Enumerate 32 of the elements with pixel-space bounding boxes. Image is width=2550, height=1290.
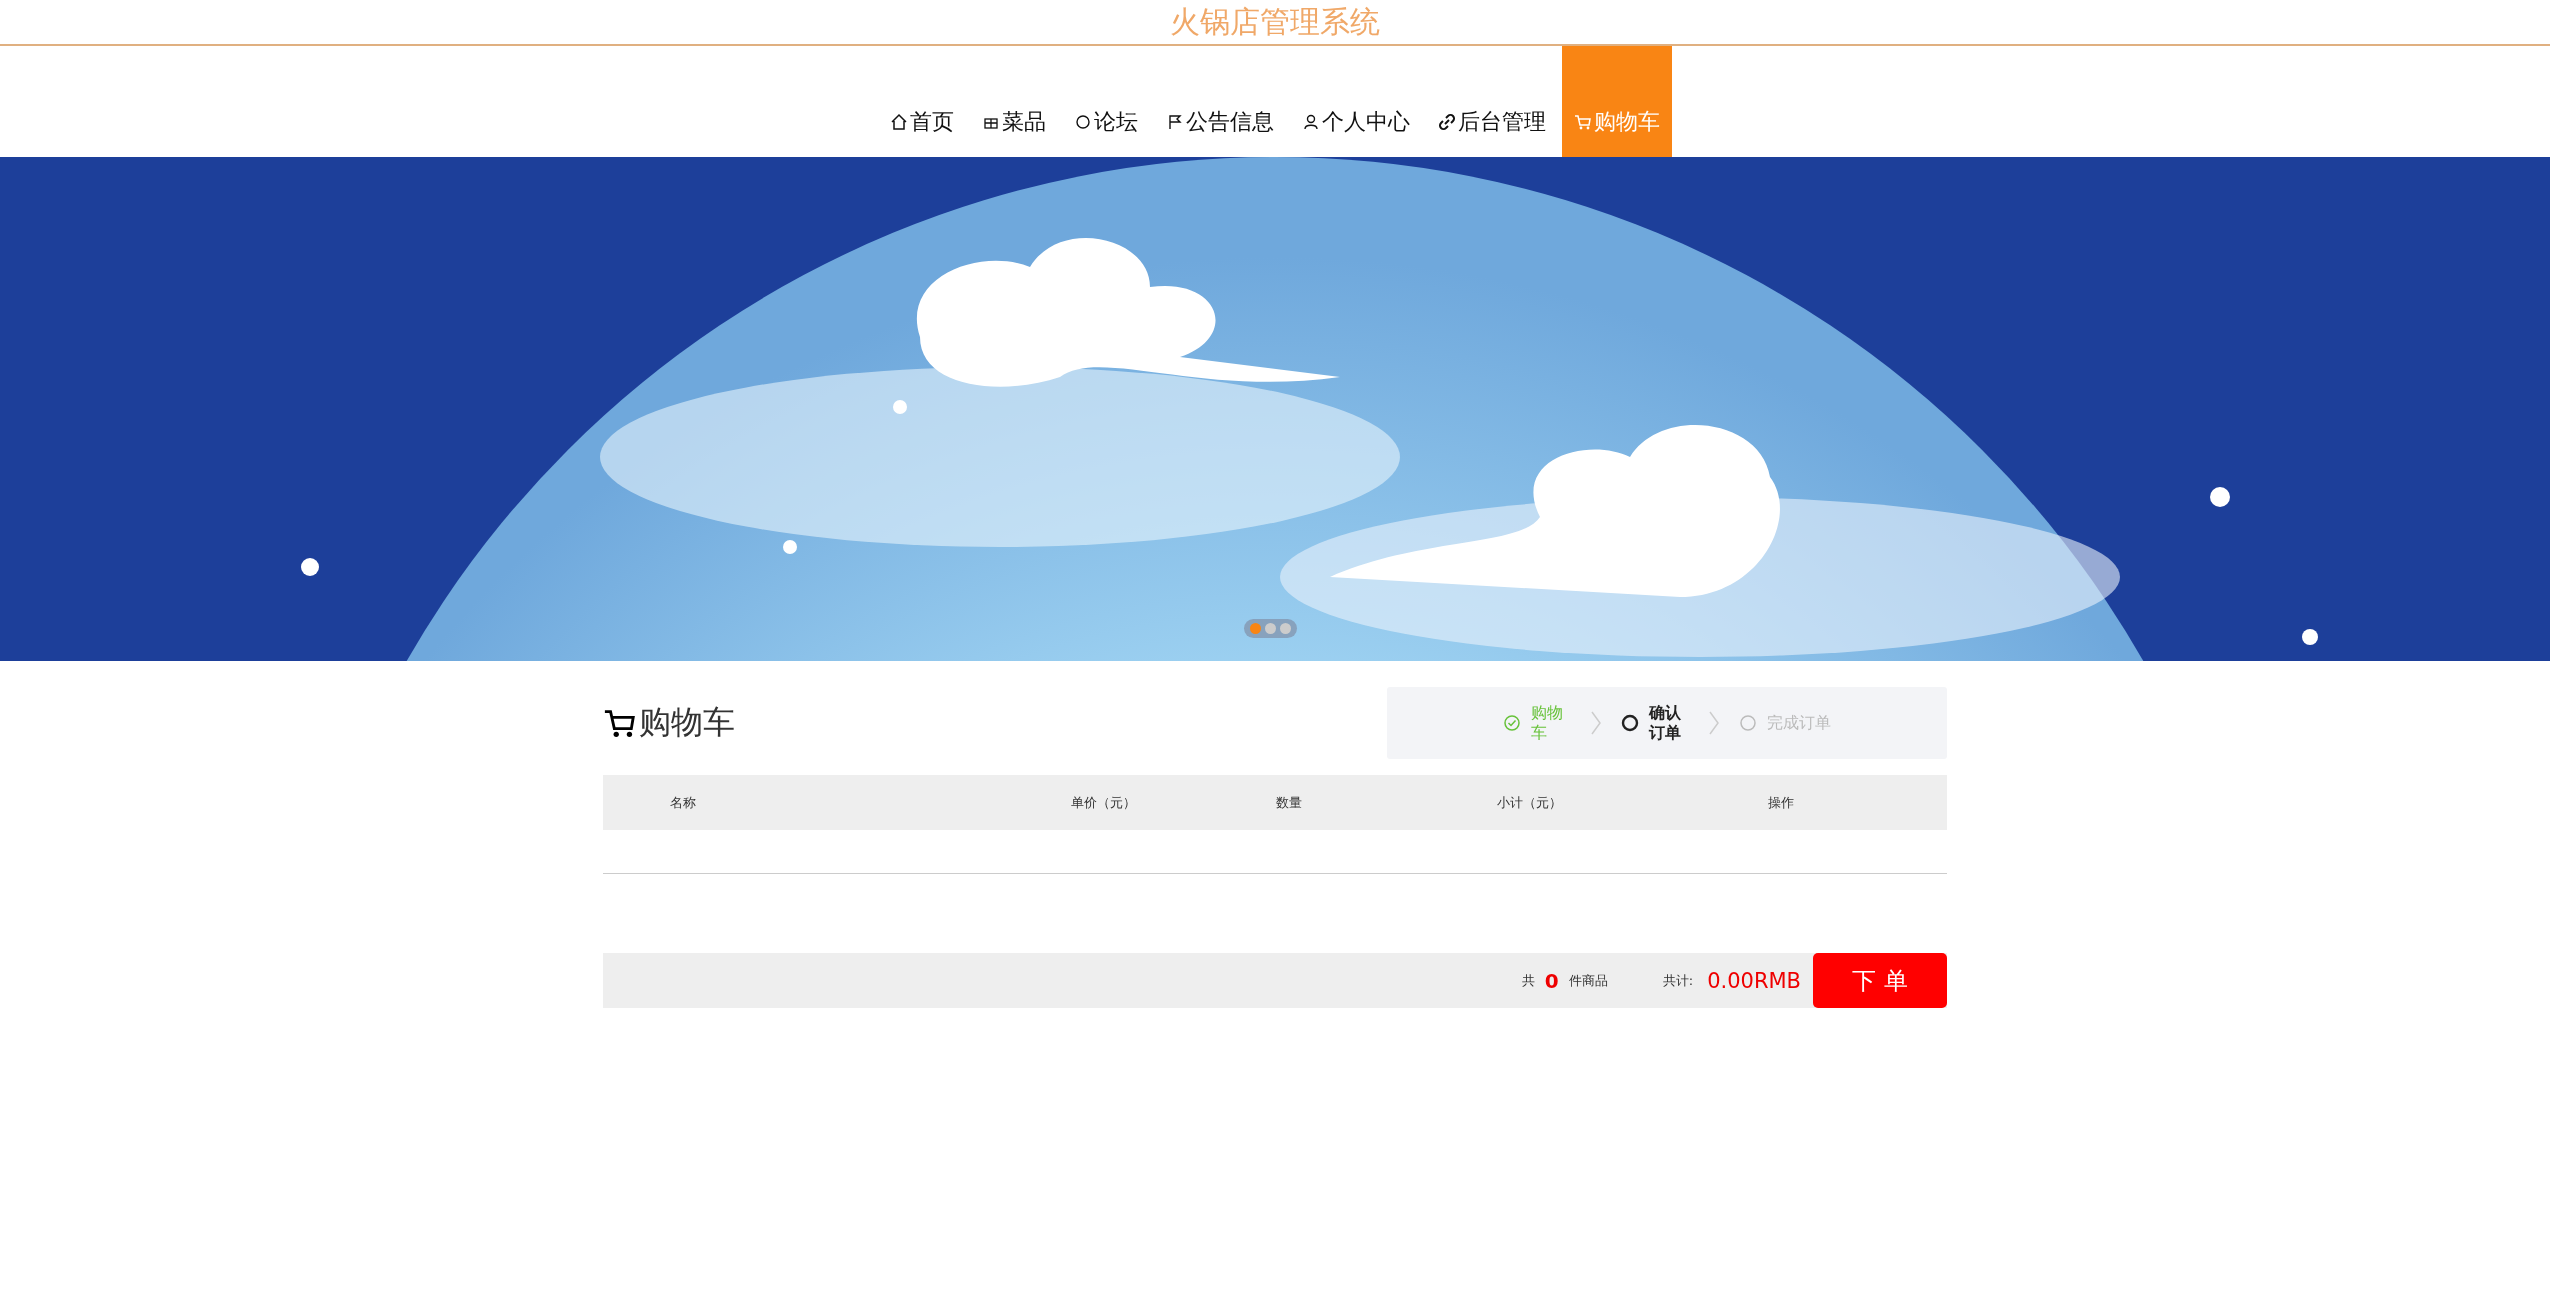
item-count: 0 bbox=[1544, 968, 1559, 993]
chevron-icon bbox=[1589, 710, 1603, 736]
flag-icon bbox=[1166, 112, 1184, 131]
step-label: 确认订单 bbox=[1649, 703, 1682, 743]
nav-item[interactable]: 公告信息 bbox=[1154, 46, 1286, 157]
carousel-dot[interactable] bbox=[1250, 623, 1261, 634]
column-header: 操作 bbox=[1768, 794, 1794, 810]
step-label: 购物车 bbox=[1531, 703, 1564, 743]
page-heading: 购物车 bbox=[639, 702, 735, 743]
column-header: 单价（元） bbox=[1070, 794, 1136, 810]
count-label: 件商品 bbox=[1568, 971, 1608, 990]
user-icon bbox=[1302, 112, 1320, 131]
chevron-icon bbox=[1707, 710, 1721, 736]
home-icon bbox=[890, 112, 908, 131]
order-button[interactable]: 下 单 bbox=[1813, 953, 1947, 1008]
count-label: 共 bbox=[1521, 971, 1535, 990]
step-label: 完成订单 bbox=[1767, 713, 1831, 733]
link-icon bbox=[1438, 112, 1456, 131]
total-label: 共计: bbox=[1662, 971, 1694, 990]
total-amount: 0.00RMB bbox=[1707, 968, 1801, 993]
cart-icon bbox=[1574, 112, 1592, 131]
site-title: 火锅店管理系统 bbox=[1170, 2, 1380, 41]
nav-item[interactable]: 菜品 bbox=[970, 46, 1058, 157]
carousel-dot[interactable] bbox=[1265, 623, 1276, 634]
column-header: 数量 bbox=[1276, 794, 1302, 810]
nav-item[interactable]: 首页 bbox=[878, 46, 966, 157]
carousel-dot[interactable] bbox=[1280, 623, 1291, 634]
nav-item[interactable]: 个人中心 bbox=[1290, 46, 1422, 157]
column-header: 名称 bbox=[670, 794, 696, 810]
column-header: 小计（元） bbox=[1496, 794, 1562, 810]
nav-item[interactable]: 后台管理 bbox=[1426, 46, 1558, 157]
nav-item[interactable]: 论坛 bbox=[1062, 46, 1150, 157]
